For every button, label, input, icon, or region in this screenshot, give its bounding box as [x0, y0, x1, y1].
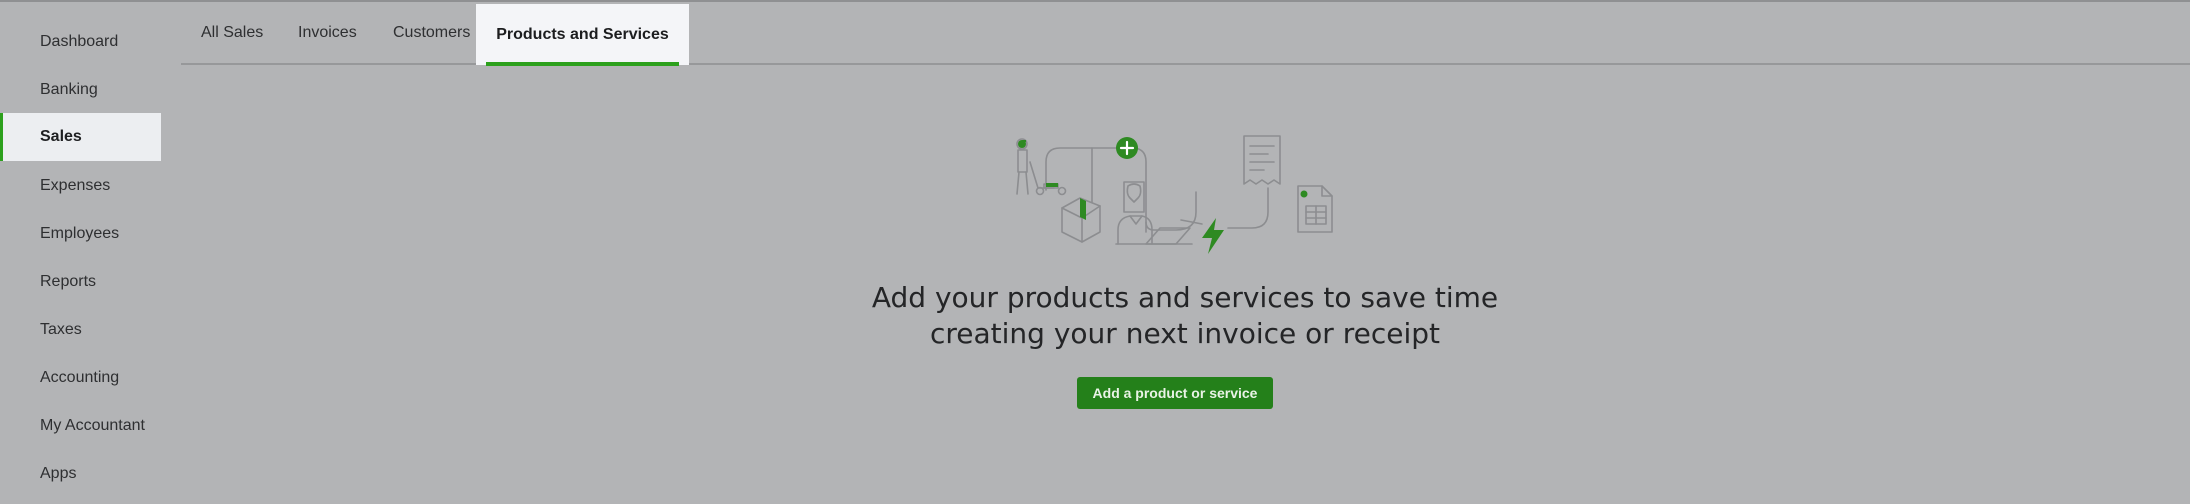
sidebar-item-label: Accounting [40, 369, 120, 386]
sidebar-item-reports[interactable]: Reports [0, 258, 161, 306]
sidebar-item-label: Employees [40, 225, 120, 242]
active-tab-indicator [486, 62, 679, 66]
tab-products-and-services[interactable]: Products and Services [476, 4, 689, 66]
sales-tabs: All Sales Invoices Customers Products an… [181, 2, 2190, 66]
sidebar-item-label: Banking [40, 81, 98, 98]
tab-label: Invoices [298, 24, 357, 41]
sidebar-item-label: Apps [40, 465, 77, 482]
sidebar-item-apps[interactable]: Apps [0, 450, 161, 498]
sidebar-item-label: Expenses [40, 177, 111, 194]
sidebar-item-label: My Accountant [40, 417, 145, 434]
sidebar-item-banking[interactable]: Banking [0, 66, 161, 114]
sidebar-item-label: Taxes [40, 321, 82, 338]
sidebar-item-label: Sales [40, 128, 82, 145]
sidebar-item-taxes[interactable]: Taxes [0, 306, 161, 354]
sidebar-item-label: Reports [40, 273, 97, 290]
tab-invoices[interactable]: Invoices [298, 2, 357, 64]
tab-all-sales[interactable]: All Sales [201, 2, 263, 64]
sidebar-item-dashboard[interactable]: Dashboard [0, 18, 161, 66]
products-services-illustration [1016, 135, 1333, 254]
tab-label: All Sales [201, 24, 264, 41]
tab-customers[interactable]: Customers [393, 2, 470, 64]
sidebar-item-accounting[interactable]: Accounting [0, 354, 161, 402]
sidebar-item-label: Dashboard [40, 33, 119, 50]
sidebar-item-expenses[interactable]: Expenses [0, 162, 161, 210]
add-product-or-service-button[interactable]: Add a product or service [1077, 377, 1273, 409]
empty-state-heading: Add your products and services to save t… [740, 280, 1630, 352]
heading-line-2: creating your next invoice or receipt [930, 317, 1440, 350]
tab-label: Products and Services [496, 25, 669, 43]
sidebar-item-my-accountant[interactable]: My Accountant [0, 402, 161, 450]
sidebar-nav: Dashboard Banking Sales Expenses Employe… [0, 0, 161, 504]
tab-label: Customers [393, 24, 471, 41]
sidebar-item-sales[interactable]: Sales [0, 113, 161, 161]
sidebar-item-employees[interactable]: Employees [0, 210, 161, 258]
heading-line-1: Add your products and services to save t… [871, 281, 1499, 314]
